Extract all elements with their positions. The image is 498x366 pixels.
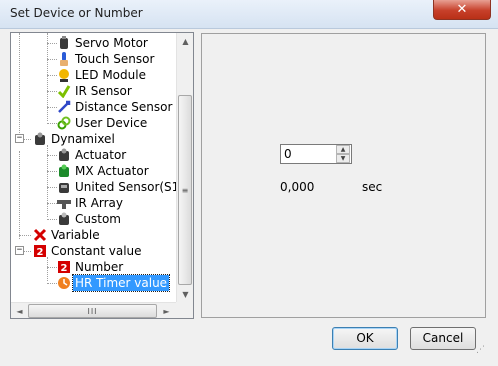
tree-item-label[interactable]: Custom [73, 211, 123, 227]
tree-item-label[interactable]: Number [73, 259, 125, 275]
tree-item-label[interactable]: United Sensor(S1) [73, 179, 177, 195]
stepper-buttons: ▲ ▼ [336, 145, 351, 163]
distance-sensor-icon [57, 100, 71, 114]
tree-item[interactable]: IR Sensor [11, 83, 177, 99]
tree-line [47, 91, 57, 92]
tree-item-label[interactable]: Servo Motor [73, 35, 150, 51]
ok-button[interactable]: OK [332, 327, 398, 350]
tree-line [47, 123, 57, 124]
touch-sensor-icon [57, 52, 71, 66]
scroll-right-button[interactable]: ► [158, 303, 175, 318]
actuator-icon [57, 148, 71, 162]
tree-item-label[interactable]: IR Array [73, 195, 125, 211]
tree-item[interactable]: Actuator [11, 147, 177, 163]
tree-line [47, 283, 57, 284]
timer-value-stepper[interactable]: ▲ ▼ [280, 144, 352, 164]
tree-item-label[interactable]: LED Module [73, 67, 148, 83]
user-device-icon [57, 116, 71, 130]
tree-line [47, 187, 57, 188]
number-icon: 2 [57, 260, 71, 274]
arrow-left-icon: ◄ [16, 307, 23, 316]
tree-line [47, 107, 57, 108]
scrollbar-corner [176, 302, 193, 318]
window-title: Set Device or Number [10, 6, 143, 20]
value-panel: ▲ ▼ 0,000 sec [201, 33, 486, 318]
ir-array-icon [57, 196, 71, 210]
tree-item[interactable]: HR Timer value [11, 274, 177, 292]
mx-actuator-icon [57, 164, 71, 178]
tree-item-label[interactable]: MX Actuator [73, 163, 151, 179]
tree-line [19, 235, 31, 236]
servo-motor-icon [57, 36, 71, 50]
title-bar[interactable]: Set Device or Number ✕ [0, 0, 498, 29]
dialog-body: Servo Motor Touch Sensor LED Module IR Sens… [8, 29, 490, 358]
arrow-up-icon: ▲ [182, 37, 189, 46]
scroll-left-button[interactable]: ◄ [11, 303, 28, 318]
scroll-up-button[interactable]: ▲ [177, 33, 193, 50]
tree-line [47, 59, 57, 60]
tree-line [47, 171, 57, 172]
collapse-icon[interactable]: − [15, 246, 24, 255]
led-module-icon [57, 68, 71, 82]
svg-text:2: 2 [37, 247, 44, 258]
tree-vertical-scrollbar[interactable]: ▲ ≡ ▼ [176, 33, 193, 303]
grip-icon: III [87, 306, 98, 316]
close-button[interactable]: ✕ [433, 0, 491, 20]
tree-item[interactable]: 2 Number [11, 259, 177, 275]
arrow-right-icon: ► [163, 307, 170, 316]
tree-item[interactable]: MX Actuator [11, 163, 177, 179]
tree-item[interactable]: Servo Motor [11, 35, 177, 51]
tree-item-label[interactable]: Variable [49, 227, 102, 243]
tree-item[interactable]: United Sensor(S1) [11, 179, 177, 195]
tree-horizontal-scrollbar[interactable]: ◄ III ► [11, 302, 176, 318]
tree-line [47, 43, 57, 44]
resize-grip-icon[interactable]: ⋰ [476, 344, 488, 356]
tree-line [47, 267, 57, 268]
tree-item[interactable]: − 2 Constant value [11, 243, 177, 259]
timer-readout-unit: sec [362, 180, 383, 194]
tree-line [47, 155, 57, 156]
close-icon: ✕ [456, 2, 468, 17]
horizontal-scroll-thumb[interactable]: III [28, 304, 157, 318]
tree-item-label[interactable]: User Device [73, 115, 149, 131]
tree-item-label[interactable]: Touch Sensor [73, 51, 156, 67]
tree-item-label[interactable]: Constant value [49, 243, 144, 259]
tree-item[interactable]: Touch Sensor [11, 51, 177, 67]
dynamixel-icon [33, 132, 47, 146]
united-sensor-icon [57, 180, 71, 194]
ir-sensor-icon [57, 84, 71, 99]
tree-line [47, 75, 57, 76]
custom-icon [57, 212, 71, 226]
variable-icon [33, 228, 47, 242]
scroll-down-button[interactable]: ▼ [177, 286, 193, 303]
timer-value-input[interactable] [284, 146, 334, 162]
stepper-up-button[interactable]: ▲ [336, 145, 350, 154]
arrow-down-icon: ▼ [182, 290, 189, 299]
tree-item-label[interactable]: Distance Sensor [73, 99, 174, 115]
tree-item[interactable]: LED Module [11, 67, 177, 83]
grip-icon: ≡ [181, 185, 189, 195]
tree-item-label[interactable]: Actuator [73, 147, 128, 163]
timer-icon [57, 276, 71, 290]
tree-item-label[interactable]: HR Timer value [71, 274, 171, 292]
stepper-down-button[interactable]: ▼ [336, 154, 350, 163]
tree-line [47, 219, 57, 220]
tree-item[interactable]: Variable [11, 227, 177, 243]
tree-item-label[interactable]: Dynamixel [49, 131, 117, 147]
collapse-icon[interactable]: − [15, 134, 24, 143]
vertical-scroll-thumb[interactable]: ≡ [178, 95, 192, 285]
tree-item[interactable]: IR Array [11, 195, 177, 211]
svg-text:2: 2 [61, 263, 68, 274]
tree-item[interactable]: Custom [11, 211, 177, 227]
tree-item[interactable]: − Dynamixel [11, 131, 177, 147]
tree-item[interactable]: User Device [11, 115, 177, 131]
tree-line [47, 203, 57, 204]
tree-item[interactable]: Distance Sensor [11, 99, 177, 115]
tree-item-label[interactable]: IR Sensor [73, 83, 134, 99]
constant-value-icon: 2 [33, 244, 47, 258]
timer-readout-value: 0,000 [280, 180, 315, 194]
device-tree[interactable]: Servo Motor Touch Sensor LED Module IR Sens… [10, 32, 194, 319]
tree-viewport: Servo Motor Touch Sensor LED Module IR Sens… [11, 33, 177, 303]
cancel-button[interactable]: Cancel [410, 327, 476, 350]
